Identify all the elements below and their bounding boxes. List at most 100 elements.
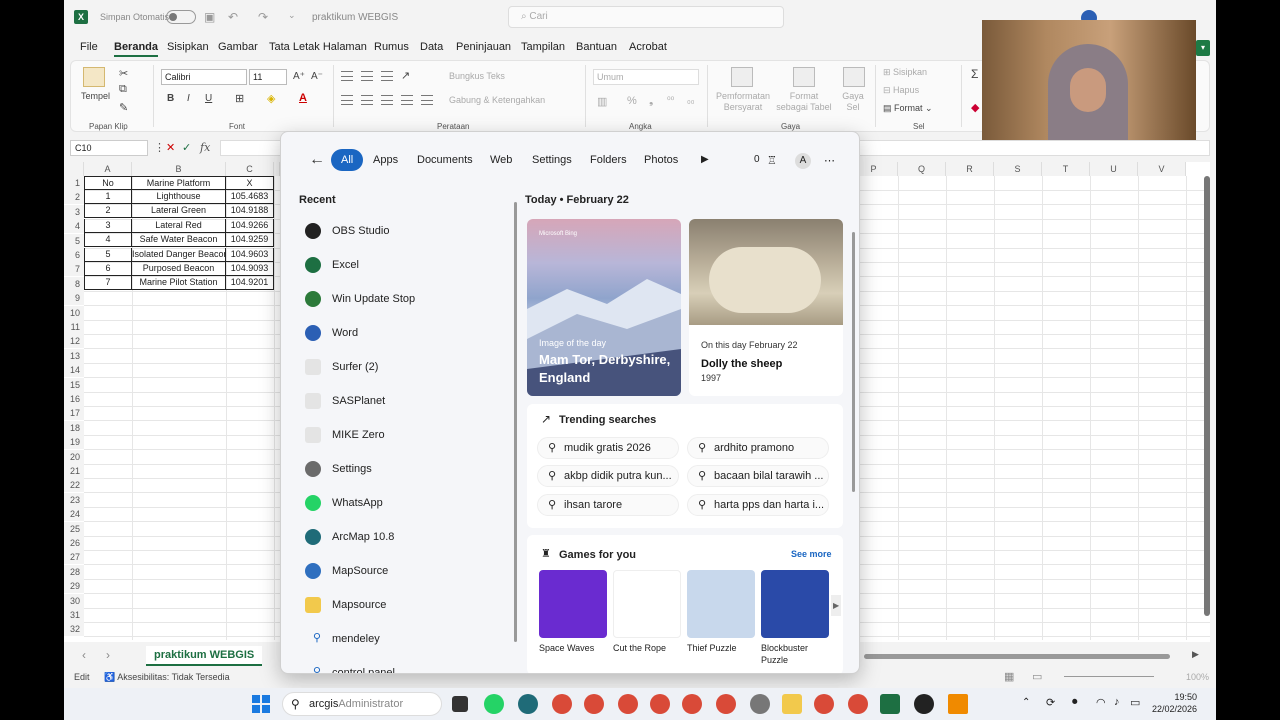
table-cell[interactable]: 104.9603 xyxy=(226,247,274,262)
align-right-icon[interactable] xyxy=(381,95,393,105)
table-cell[interactable]: Purposed Beacon xyxy=(132,262,226,276)
name-box[interactable]: C10 xyxy=(70,140,148,156)
column-header[interactable]: Q xyxy=(898,162,946,176)
row-header[interactable]: 22 xyxy=(64,478,84,493)
row-header[interactable]: 12 xyxy=(64,334,84,349)
italic-icon[interactable]: I xyxy=(187,93,190,104)
decrease-decimal-icon[interactable]: ₀₀ xyxy=(687,95,694,105)
prev-sheet-icon[interactable]: ‹ xyxy=(82,648,86,662)
fill-color-icon[interactable]: ◈ xyxy=(267,92,275,105)
recent-item[interactable]: Excel xyxy=(305,255,505,275)
volume-icon[interactable]: ♪ xyxy=(1114,696,1120,708)
zoom-level[interactable]: 100% xyxy=(1186,672,1209,682)
recent-item[interactable]: Surfer (2) xyxy=(305,357,505,377)
trending-item[interactable]: ⚲ bacaan bilal tarawih ... xyxy=(687,465,829,487)
recent-item[interactable]: MIKE Zero xyxy=(305,425,505,445)
table-cell[interactable]: 104.9201 xyxy=(226,276,274,291)
column-header[interactable]: B xyxy=(132,162,226,176)
percent-icon[interactable]: % xyxy=(627,95,637,107)
table-cell[interactable]: Safe Water Beacon xyxy=(132,233,226,248)
more-filters-play-icon[interactable]: ▶ xyxy=(701,154,709,165)
next-sheet-icon[interactable]: › xyxy=(106,648,110,662)
table-cell[interactable]: Isolated Danger Beacon xyxy=(132,247,226,262)
row-header[interactable]: 9 xyxy=(64,291,84,306)
column-header[interactable]: R xyxy=(946,162,994,176)
chrome-taskbar-icon[interactable] xyxy=(618,694,638,714)
sync-icon[interactable]: ⟳ xyxy=(1046,696,1055,709)
column-header[interactable]: C xyxy=(226,162,274,176)
clear-icon[interactable]: ◆ xyxy=(971,101,979,114)
table-cell[interactable]: 3 xyxy=(84,218,132,233)
task-view-icon[interactable] xyxy=(452,696,468,712)
table-cell[interactable]: Lighthouse xyxy=(132,190,226,204)
sheet-tab-praktikum[interactable]: praktikum WEBGIS xyxy=(146,646,263,666)
table-cell[interactable]: Marine Pilot Station xyxy=(132,276,226,291)
row-header[interactable]: 25 xyxy=(64,521,84,536)
table-cell[interactable]: 2 xyxy=(84,204,132,219)
document-title[interactable]: praktikum WEBGIS xyxy=(312,12,398,23)
row-header[interactable]: 31 xyxy=(64,608,84,622)
row-header[interactable]: 4 xyxy=(64,219,84,234)
normal-view-icon[interactable]: ▦ xyxy=(1004,670,1014,683)
recent-item[interactable]: Settings xyxy=(305,459,505,479)
select-all-corner[interactable] xyxy=(64,162,84,176)
filter-settings[interactable]: Settings xyxy=(532,154,572,166)
align-center-icon[interactable] xyxy=(361,95,373,105)
align-bottom-icon[interactable] xyxy=(381,71,393,81)
row-header[interactable]: 30 xyxy=(64,593,84,608)
tab-gambar[interactable]: Gambar xyxy=(218,41,258,53)
trending-item[interactable]: ⚲ mudik gratis 2026 xyxy=(537,437,679,459)
taskbar-clock[interactable]: 19:50 22/02/2026 xyxy=(1152,691,1197,715)
font-color-icon[interactable]: A xyxy=(299,92,307,104)
row-header[interactable]: 19 xyxy=(64,435,84,450)
recent-scrollbar[interactable] xyxy=(514,202,517,642)
font-size-select[interactable]: 11 xyxy=(249,69,287,85)
see-more-link[interactable]: See more xyxy=(791,549,832,559)
paste-icon[interactable] xyxy=(83,67,105,87)
share-button[interactable]: ▾ xyxy=(1196,40,1210,56)
conditional-formatting-icon[interactable] xyxy=(731,67,753,87)
recent-item[interactable]: Word xyxy=(305,323,505,343)
show-hidden-icons[interactable]: ⌃ xyxy=(1022,697,1030,708)
align-top-icon[interactable] xyxy=(341,71,353,81)
row-header[interactable]: 21 xyxy=(64,464,84,478)
paste-label[interactable]: Tempel xyxy=(81,91,110,101)
vertical-scrollbar[interactable] xyxy=(1204,176,1210,616)
undo-icon[interactable]: ↶ xyxy=(228,10,238,24)
table-header-cell[interactable]: X xyxy=(226,176,274,190)
borders-icon[interactable]: ⊞ xyxy=(235,92,244,105)
orientation-icon[interactable]: ↗ xyxy=(401,69,410,82)
trending-item[interactable]: ⚲ akbp didik putra kun... xyxy=(537,465,679,487)
conditional-formatting-button[interactable]: Pemformatan Bersyarat xyxy=(713,91,773,113)
row-header[interactable]: 15 xyxy=(64,377,84,392)
battery-icon[interactable]: ▭ xyxy=(1130,696,1140,709)
table-cell[interactable]: 6 xyxy=(84,262,132,276)
back-arrow-icon[interactable]: ← xyxy=(309,151,325,169)
chrome-taskbar-icon[interactable] xyxy=(650,694,670,714)
increase-decimal-icon[interactable]: ⁰⁰ xyxy=(667,95,674,106)
recent-item[interactable]: ⚲ control panel xyxy=(305,663,505,673)
align-left-icon[interactable] xyxy=(341,95,353,105)
wrap-text-button[interactable]: Bungkus Teks xyxy=(449,71,505,81)
align-middle-icon[interactable] xyxy=(361,71,373,81)
chrome-taskbar-icon[interactable] xyxy=(814,694,834,714)
games-next-icon[interactable]: ▶ xyxy=(831,595,842,616)
row-header[interactable]: 11 xyxy=(64,320,84,334)
tab-tata-letak[interactable]: Tata Letak Halaman xyxy=(269,41,367,53)
decrease-indent-icon[interactable] xyxy=(401,95,413,105)
autosum-icon[interactable]: Σ xyxy=(971,67,978,81)
tab-rumus[interactable]: Rumus xyxy=(374,41,409,53)
row-header[interactable]: 7 xyxy=(64,262,84,277)
row-header[interactable]: 20 xyxy=(64,449,84,464)
cell-styles-icon[interactable] xyxy=(843,67,865,87)
game-tile[interactable]: Thief Puzzle xyxy=(687,570,755,654)
cell-styles-button[interactable]: Gaya Sel xyxy=(841,91,865,113)
zoom-slider[interactable] xyxy=(1064,676,1154,677)
row-header[interactable]: 1 xyxy=(64,176,84,190)
table-cell[interactable]: Lateral Red xyxy=(132,218,226,233)
file-explorer-taskbar-icon[interactable] xyxy=(782,694,802,714)
windows-start-icon[interactable] xyxy=(252,695,270,713)
delete-cells-button[interactable]: ⊟ Hapus xyxy=(883,85,919,96)
results-scrollbar[interactable] xyxy=(852,232,855,492)
tab-tampilan[interactable]: Tampilan xyxy=(521,41,565,53)
